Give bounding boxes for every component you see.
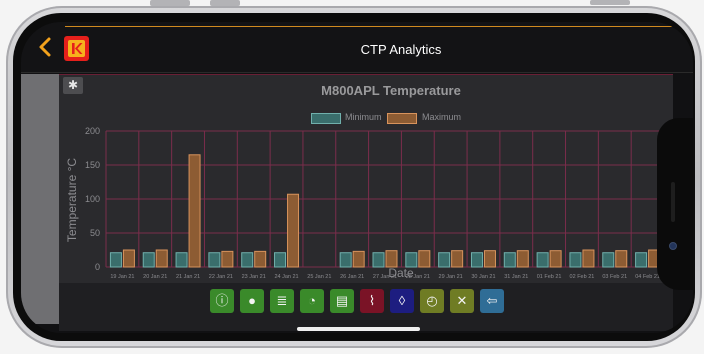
- device-screenshot: CTP Analytics ✱ M800APL Temperature Mini…: [0, 0, 704, 354]
- bar-maximum: [451, 250, 464, 268]
- y-tick-label: 150: [85, 160, 100, 170]
- x-tick-label: 31 Jan 21: [504, 274, 528, 280]
- bar-minimum: [503, 252, 516, 268]
- volume-button: [210, 0, 240, 6]
- x-tick-label: 04 Feb 21: [635, 274, 660, 280]
- y-tick-label: 100: [85, 194, 100, 204]
- k-logo-mark: [72, 43, 83, 54]
- list-button[interactable]: ≣: [270, 289, 294, 313]
- bar-minimum: [208, 252, 221, 268]
- x-tick-label: 22 Jan 21: [209, 274, 233, 280]
- bar-minimum: [635, 252, 648, 268]
- accent-line: [65, 26, 685, 27]
- bar-minimum: [536, 252, 549, 268]
- x-tick-label: 02 Feb 21: [570, 274, 595, 280]
- bar-maximum: [385, 250, 398, 268]
- app-screen: CTP Analytics ✱ M800APL Temperature Mini…: [21, 22, 693, 333]
- bar-maximum: [516, 250, 529, 268]
- info-icon: ⓘ: [215, 293, 229, 308]
- power-button: [590, 0, 630, 5]
- counter-icon: ▤: [335, 293, 349, 308]
- bar-maximum: [352, 250, 365, 268]
- pie-chart-icon: ◔: [308, 293, 316, 308]
- bar-maximum: [254, 250, 267, 268]
- bar-minimum: [274, 252, 287, 268]
- thermometer-button[interactable]: ⌇: [360, 289, 384, 313]
- tools-icon: ✕: [456, 293, 468, 308]
- circle-icon: ●: [248, 293, 256, 308]
- bar-minimum: [405, 252, 418, 268]
- bar-maximum: [188, 154, 201, 268]
- x-tick-label: 21 Jan 21: [176, 274, 200, 280]
- water-drop-button[interactable]: ◊: [390, 289, 414, 313]
- camera-icon: [669, 242, 677, 250]
- bar-maximum: [287, 193, 300, 268]
- bar-minimum: [438, 252, 451, 268]
- x-tick-label: 29 Jan 21: [439, 274, 463, 280]
- temperature-bar-chart: 0 50 100 150 200 19 Jan 21 20 Jan 21 21 Jan 21 2…: [85, 126, 665, 280]
- x-tick-label: 20 Jan 21: [143, 274, 167, 280]
- y-tick-label: 200: [85, 126, 100, 136]
- gauge-icon: ◴: [426, 293, 438, 308]
- counter-button[interactable]: ▤: [330, 289, 354, 313]
- left-gutter: [21, 74, 59, 324]
- x-tick-label: 24 Jan 21: [274, 274, 298, 280]
- bar-maximum: [549, 250, 562, 268]
- home-indicator[interactable]: [297, 327, 420, 331]
- kodak-logo-icon: [64, 36, 89, 61]
- x-tick-label: 19 Jan 21: [110, 274, 134, 280]
- page-title: CTP Analytics: [360, 42, 442, 57]
- navigation-bar: CTP Analytics: [21, 22, 693, 73]
- bar-minimum: [372, 252, 385, 268]
- y-tick-label: 50: [90, 228, 100, 238]
- y-axis-label: Temperature °C: [65, 157, 79, 243]
- gauge-button[interactable]: ◴: [420, 289, 444, 313]
- pie-chart-button[interactable]: ◔: [300, 289, 324, 313]
- bar-minimum: [569, 252, 582, 268]
- back-arrow-button[interactable]: ⇦: [480, 289, 504, 313]
- camera-notch: [657, 118, 693, 290]
- circle-button[interactable]: ●: [240, 289, 264, 313]
- water-drop-icon: ◊: [398, 293, 406, 308]
- bar-minimum: [602, 252, 615, 268]
- x-tick-label: 23 Jan 21: [242, 274, 266, 280]
- bar-maximum: [418, 250, 431, 268]
- back-arrow-icon: ⇦: [486, 293, 498, 308]
- bar-minimum: [142, 252, 155, 268]
- x-axis-label: Date: [388, 266, 414, 280]
- bar-maximum: [483, 250, 496, 268]
- bar-maximum: [582, 249, 595, 268]
- back-chevron-icon[interactable]: [35, 35, 55, 59]
- bar-maximum: [615, 250, 628, 268]
- bar-minimum: [470, 252, 483, 268]
- x-tick-label: 25 Jan 21: [307, 274, 331, 280]
- bar-minimum: [109, 252, 122, 268]
- x-tick-label: 01 Feb 21: [537, 274, 562, 280]
- info-button[interactable]: ⓘ: [210, 289, 234, 313]
- bar-maximum: [122, 249, 135, 268]
- tools-button[interactable]: ✕: [450, 289, 474, 313]
- bar-minimum: [241, 252, 254, 268]
- bar-maximum: [221, 250, 234, 268]
- bar-minimum: [175, 252, 188, 268]
- bar-maximum: [155, 249, 168, 268]
- thermometer-icon: ⌇: [368, 293, 376, 308]
- x-tick-label: 30 Jan 21: [471, 274, 495, 280]
- y-tick-label: 0: [95, 262, 100, 272]
- volume-button: [150, 0, 190, 6]
- toolbar: ⓘ ● ≣ ◔ ▤ ⌇ ◊ ◴ ✕ ⇦: [210, 289, 510, 313]
- list-icon: ≣: [276, 293, 288, 308]
- x-tick-label: 03 Feb 21: [602, 274, 627, 280]
- bar-minimum: [339, 252, 352, 268]
